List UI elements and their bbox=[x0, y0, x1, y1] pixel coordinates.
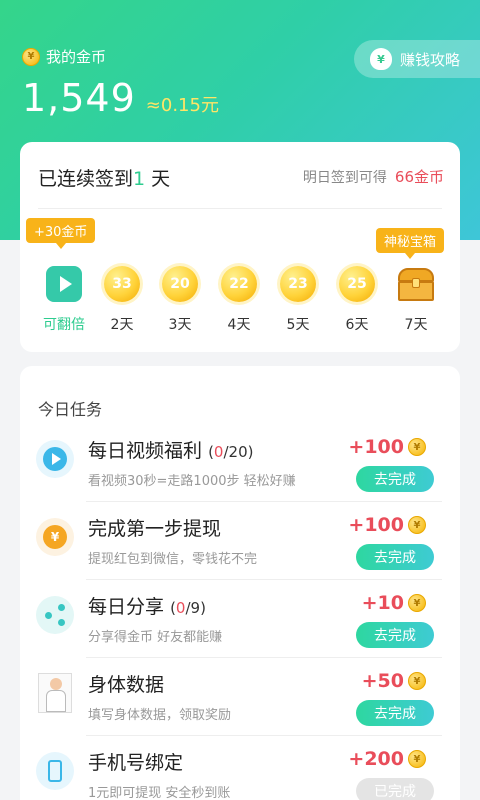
coin-icon: 22 bbox=[221, 266, 257, 302]
signin-day-6: 25 6天 bbox=[329, 266, 385, 334]
yen-coin-icon: ¥ bbox=[408, 516, 426, 534]
daily-tasks-card: 今日任务 每日视频福利 (0/20) 看视频30秒=走路1000步 轻松好赚 +… bbox=[20, 366, 460, 800]
yen-coin-icon: ¥ bbox=[408, 672, 426, 690]
yen-coin-icon: ¥ bbox=[36, 518, 74, 556]
task-reward: +100 ¥ bbox=[348, 514, 426, 536]
money-bag-icon: ¥ bbox=[370, 48, 392, 70]
task-reward: +200 ¥ bbox=[348, 748, 426, 770]
coin-icon: 33 bbox=[104, 266, 140, 302]
task-reward: +100 ¥ bbox=[348, 436, 426, 458]
phone-icon bbox=[36, 752, 74, 790]
video-icon bbox=[36, 440, 74, 478]
doctor-avatar-icon bbox=[36, 673, 74, 713]
tasks-title: 今日任务 bbox=[38, 400, 103, 419]
go-complete-button[interactable]: 去完成 bbox=[356, 700, 434, 726]
coin-icon: 23 bbox=[280, 266, 316, 302]
task-reward: +50 ¥ bbox=[362, 670, 426, 692]
balance-value: 1,549 bbox=[22, 76, 136, 120]
signin-day-1[interactable]: 可翻倍 bbox=[36, 266, 92, 334]
divider bbox=[38, 208, 442, 209]
task-item-video: 每日视频福利 (0/20) 看视频30秒=走路1000步 轻松好赚 +100 ¥ … bbox=[20, 424, 460, 502]
yen-coin-icon: ¥ bbox=[408, 438, 426, 456]
share-icon bbox=[36, 596, 74, 634]
bonus-badge: +30金币 bbox=[26, 218, 96, 249]
signin-card: 已连续签到1 天 明日签到可得 66金币 +30金币 神秘宝箱 可翻倍 33 2… bbox=[20, 142, 460, 352]
yen-coin-icon: ¥ bbox=[408, 750, 426, 768]
coin-icon: 25 bbox=[339, 266, 375, 302]
signin-day-5: 23 5天 bbox=[270, 266, 326, 334]
signin-day-4: 22 4天 bbox=[211, 266, 267, 334]
signin-day-3: 20 3天 bbox=[152, 266, 208, 334]
go-complete-button[interactable]: 去完成 bbox=[356, 622, 434, 648]
play-icon bbox=[46, 266, 82, 302]
treasure-chest-icon bbox=[396, 266, 436, 302]
go-complete-button[interactable]: 去完成 bbox=[356, 544, 434, 570]
task-reward: +10 ¥ bbox=[362, 592, 426, 614]
mystery-box-badge: 神秘宝箱 bbox=[376, 228, 445, 259]
coin-balance: 1,549 ≈0.15元 bbox=[22, 76, 219, 120]
tomorrow-reward: 明日签到可得 66金币 bbox=[302, 168, 444, 186]
yen-coin-icon: ¥ bbox=[22, 47, 40, 66]
completed-button: 已完成 bbox=[356, 778, 434, 800]
yen-coin-icon: ¥ bbox=[408, 594, 426, 612]
signin-day-2: 33 2天 bbox=[94, 266, 150, 334]
task-item-body-data: 身体数据 填写身体数据，领取奖励 +50 ¥ 去完成 bbox=[20, 658, 460, 736]
go-complete-button[interactable]: 去完成 bbox=[356, 466, 434, 492]
task-item-share: 每日分享 (0/9) 分享得金币 好友都能赚 +10 ¥ 去完成 bbox=[20, 580, 460, 658]
balance-yuan: ≈0.15元 bbox=[145, 95, 219, 116]
earning-guide-button[interactable]: ¥ 赚钱攻略 bbox=[354, 40, 480, 78]
signin-day-7: 7天 bbox=[388, 266, 444, 334]
coin-icon: 20 bbox=[162, 266, 198, 302]
signin-streak-title: 已连续签到1 天 bbox=[38, 168, 171, 190]
my-coins-label: ¥ 我的金币 bbox=[22, 46, 106, 67]
task-item-phone-binding: 手机号绑定 1元即可提现 安全秒到账 +200 ¥ 已完成 bbox=[20, 736, 460, 800]
task-item-withdraw: ¥ 完成第一步提现 提现红包到微信，零钱花不完 +100 ¥ 去完成 bbox=[20, 502, 460, 580]
